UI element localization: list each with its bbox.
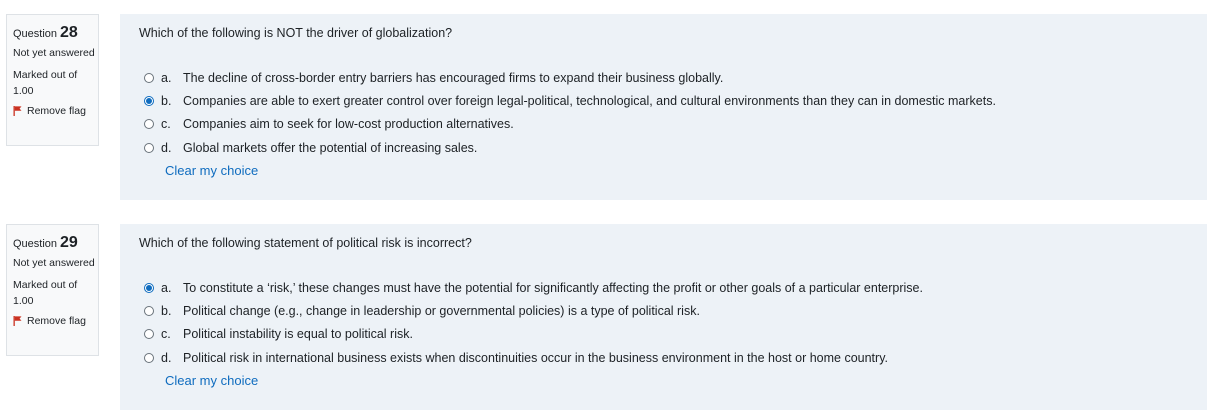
radio-button[interactable] <box>144 142 154 153</box>
radio-button[interactable] <box>144 352 154 363</box>
question-grade: Marked out of 1.00 <box>13 279 78 307</box>
answer-option-b[interactable]: b. Political change (e.g., change in lea… <box>144 299 923 322</box>
answer-list: a. The decline of cross-border entry bar… <box>144 66 996 160</box>
answer-option-a[interactable]: a. To constitute a ‘risk,’ these changes… <box>144 276 923 299</box>
answer-option-c[interactable]: c. Political instability is equal to pol… <box>144 323 923 346</box>
clear-my-choice-link[interactable]: Clear my choice <box>165 163 258 178</box>
question-state: Not yet answered <box>13 47 95 59</box>
clear-my-choice-link[interactable]: Clear my choice <box>165 373 258 388</box>
answer-option-b[interactable]: b. Companies are able to exert greater c… <box>144 89 996 112</box>
radio-button[interactable] <box>144 329 154 340</box>
answer-text: Global markets offer the potential of in… <box>183 140 478 155</box>
remove-flag-button[interactable]: Remove flag <box>13 313 98 329</box>
answer-letter: b. <box>161 304 172 319</box>
answer-text: Political instability is equal to politi… <box>183 327 413 342</box>
question-state: Not yet answered <box>13 257 95 269</box>
answer-text: Political risk in international business… <box>183 350 888 365</box>
question-content: Which of the following is NOT the driver… <box>120 14 1207 200</box>
radio-button[interactable] <box>144 72 154 83</box>
radio-button[interactable] <box>144 306 154 317</box>
answer-text: The decline of cross-border entry barrie… <box>183 70 724 85</box>
answer-option-c[interactable]: c. Companies aim to seek for low-cost pr… <box>144 113 996 136</box>
question-number-line: Question 28 <box>13 22 98 44</box>
question-grade: Marked out of 1.00 <box>13 69 78 97</box>
answer-option-d[interactable]: d. Global markets offer the potential of… <box>144 136 996 159</box>
answer-letter: d. <box>161 350 172 365</box>
radio-button[interactable] <box>144 282 154 293</box>
question-label: Question <box>13 28 58 40</box>
question-label: Question <box>13 238 58 250</box>
answer-text: To constitute a ‘risk,’ these changes mu… <box>183 280 923 295</box>
answer-option-a[interactable]: a. The decline of cross-border entry bar… <box>144 66 996 89</box>
question-text: Which of the following statement of poli… <box>139 236 472 250</box>
answer-letter: c. <box>161 327 171 342</box>
question-info: Question 29 Not yet answered Marked out … <box>6 224 99 356</box>
radio-button[interactable] <box>144 119 154 130</box>
answer-option-d[interactable]: d. Political risk in international busin… <box>144 346 923 369</box>
answer-list: a. To constitute a ‘risk,’ these changes… <box>144 276 923 370</box>
remove-flag-label: Remove flag <box>27 105 86 117</box>
answer-letter: a. <box>161 280 172 295</box>
answer-text: Companies are able to exert greater cont… <box>183 94 996 109</box>
flag-icon <box>13 316 22 326</box>
question-number: 29 <box>59 234 78 251</box>
answer-text: Companies aim to seek for low-cost produ… <box>183 117 514 132</box>
flag-icon <box>13 106 22 116</box>
answer-letter: b. <box>161 94 172 109</box>
question-number-line: Question 29 <box>13 232 98 254</box>
radio-button[interactable] <box>144 96 154 107</box>
question-content: Which of the following statement of poli… <box>120 224 1207 410</box>
answer-letter: a. <box>161 70 172 85</box>
question-text: Which of the following is NOT the driver… <box>139 26 453 40</box>
question-info: Question 28 Not yet answered Marked out … <box>6 14 99 146</box>
answer-letter: c. <box>161 117 171 132</box>
answer-text: Political change (e.g., change in leader… <box>183 304 700 319</box>
remove-flag-label: Remove flag <box>27 315 86 327</box>
remove-flag-button[interactable]: Remove flag <box>13 103 98 119</box>
answer-letter: d. <box>161 140 172 155</box>
question-number: 28 <box>59 24 78 41</box>
